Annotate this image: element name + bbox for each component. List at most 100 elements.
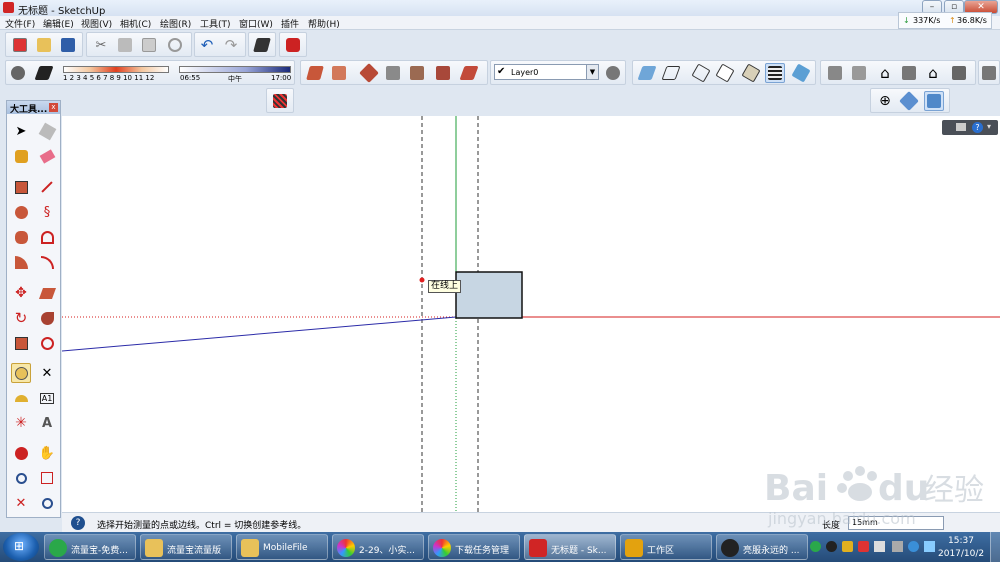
- shaded-button[interactable]: [741, 63, 761, 83]
- tray-volume-icon[interactable]: [892, 541, 903, 552]
- zoom-tool[interactable]: [11, 468, 31, 488]
- offset-tool[interactable]: [37, 333, 57, 353]
- freehand-tool[interactable]: §: [37, 202, 57, 222]
- menu-plugins[interactable]: 插件: [281, 17, 299, 30]
- instructor-help-icon[interactable]: ?: [71, 516, 85, 530]
- iso-view-button[interactable]: [825, 63, 845, 83]
- taskbar-item[interactable]: MobileFile: [236, 534, 328, 560]
- flip-edge-button[interactable]: [459, 63, 479, 83]
- sandbox-scratch-button[interactable]: [329, 63, 349, 83]
- back-view-button[interactable]: ⌂: [923, 63, 943, 83]
- drape-button[interactable]: [407, 63, 427, 83]
- taskbar-item[interactable]: 下载任务管理: [428, 534, 520, 560]
- open-button[interactable]: [34, 35, 54, 55]
- 3d-text-tool[interactable]: A: [37, 413, 57, 433]
- rotate-tool[interactable]: ↻: [11, 308, 31, 328]
- layer-manager-button[interactable]: [603, 63, 623, 83]
- stamp-button[interactable]: [383, 63, 403, 83]
- measurements-input[interactable]: 15mm: [848, 516, 944, 530]
- new-button[interactable]: [10, 35, 30, 55]
- save-button[interactable]: [58, 35, 78, 55]
- tray-app-icon[interactable]: [908, 541, 919, 552]
- clock-time[interactable]: 15:37: [948, 536, 974, 546]
- print-button[interactable]: [252, 35, 272, 55]
- menu-tools[interactable]: 工具(T): [200, 17, 231, 30]
- eraser-tool[interactable]: [37, 146, 57, 166]
- text-tool[interactable]: A1: [37, 388, 57, 408]
- show-desktop-button[interactable]: [990, 532, 1000, 562]
- taskbar-item-active[interactable]: 无标题 - Sk...: [524, 534, 616, 560]
- rectangle-tool[interactable]: [11, 177, 31, 197]
- taskbar-item[interactable]: 流量宝-免费...: [44, 534, 136, 560]
- menu-file[interactable]: 文件(F): [5, 17, 35, 30]
- smoove-button[interactable]: [359, 63, 379, 83]
- erase-button[interactable]: [165, 35, 185, 55]
- tray-security-icon[interactable]: [842, 541, 853, 552]
- clock-date[interactable]: 2017/10/2: [938, 549, 984, 559]
- shadow-settings-button[interactable]: [8, 63, 28, 83]
- dropdown-arrow-icon[interactable]: ▾: [987, 122, 991, 131]
- help-circle-icon[interactable]: ?: [972, 122, 983, 133]
- line-tool[interactable]: [37, 177, 57, 197]
- monochrome-button[interactable]: [791, 63, 811, 83]
- scale-tool[interactable]: [11, 333, 31, 353]
- right-view-button[interactable]: [899, 63, 919, 83]
- cut-button[interactable]: ✂: [91, 35, 111, 55]
- undo-button[interactable]: ↶: [197, 35, 217, 55]
- menu-draw[interactable]: 绘图(R): [160, 17, 191, 30]
- keyboard-icon[interactable]: [956, 123, 966, 131]
- panel-close-icon[interactable]: x: [49, 103, 58, 112]
- left-view-button[interactable]: [949, 63, 969, 83]
- circle-tool[interactable]: [11, 202, 31, 222]
- two-point-arc-tool[interactable]: [37, 252, 57, 272]
- time-slider[interactable]: [179, 66, 291, 73]
- tray-qq-icon[interactable]: [826, 541, 837, 552]
- model-info-button[interactable]: [283, 35, 303, 55]
- menu-edit[interactable]: 编辑(E): [43, 17, 74, 30]
- move-tool[interactable]: ✥: [11, 283, 31, 303]
- zoom-window-tool[interactable]: [37, 468, 57, 488]
- copy-button[interactable]: [115, 35, 135, 55]
- zoom-extents-tool[interactable]: ✕: [11, 493, 31, 513]
- redo-button[interactable]: ↷: [221, 35, 241, 55]
- make-component-tool[interactable]: [37, 121, 57, 141]
- tray-flowbao-icon[interactable]: [810, 541, 821, 552]
- extra-tool-button[interactable]: [979, 63, 999, 83]
- look-around-button[interactable]: [899, 91, 919, 111]
- paint-bucket-tool[interactable]: [11, 146, 31, 166]
- orbit-tool[interactable]: [11, 443, 31, 463]
- axes-tool[interactable]: ✳: [11, 413, 31, 433]
- wireframe-button[interactable]: [691, 63, 711, 83]
- previous-view-tool[interactable]: [37, 493, 57, 513]
- position-camera-button[interactable]: ⊕: [875, 91, 895, 111]
- taskbar-item[interactable]: 亮服永远的 ...: [716, 534, 808, 560]
- paste-button[interactable]: [139, 35, 159, 55]
- sandbox-contours-button[interactable]: [305, 63, 325, 83]
- arc-tool[interactable]: [37, 227, 57, 247]
- menu-camera[interactable]: 相机(C): [120, 17, 151, 30]
- menu-help[interactable]: 帮助(H): [308, 17, 340, 30]
- menu-window[interactable]: 窗口(W): [239, 17, 273, 30]
- xray-button[interactable]: [637, 63, 657, 83]
- panel-title-bar[interactable]: 大工具... x: [7, 101, 60, 115]
- display-shadows-button[interactable]: [34, 63, 54, 83]
- walk-button[interactable]: [924, 91, 944, 111]
- push-pull-tool[interactable]: [37, 283, 57, 303]
- layer-select[interactable]: ✔ Layer0 ▼: [494, 64, 599, 80]
- polygon-tool[interactable]: [11, 227, 31, 247]
- dimension-tool[interactable]: ✕: [37, 363, 57, 383]
- taskbar-item[interactable]: 工作区: [620, 534, 712, 560]
- tray-network-alert-icon[interactable]: [858, 541, 869, 552]
- taskbar-item[interactable]: 2-29、小实...: [332, 534, 424, 560]
- tray-signal-icon[interactable]: [874, 541, 885, 552]
- add-detail-button[interactable]: [433, 63, 453, 83]
- tray-display-icon[interactable]: [924, 541, 935, 552]
- start-button[interactable]: ⊞: [3, 533, 39, 561]
- tape-measure-tool[interactable]: [11, 363, 31, 383]
- pie-tool[interactable]: [11, 252, 31, 272]
- taskbar-item[interactable]: 流量宝流量版: [140, 534, 232, 560]
- front-view-button[interactable]: ⌂: [875, 63, 895, 83]
- month-slider[interactable]: [63, 66, 169, 73]
- section-plane-button[interactable]: [270, 91, 290, 111]
- select-tool[interactable]: ➤: [11, 121, 31, 141]
